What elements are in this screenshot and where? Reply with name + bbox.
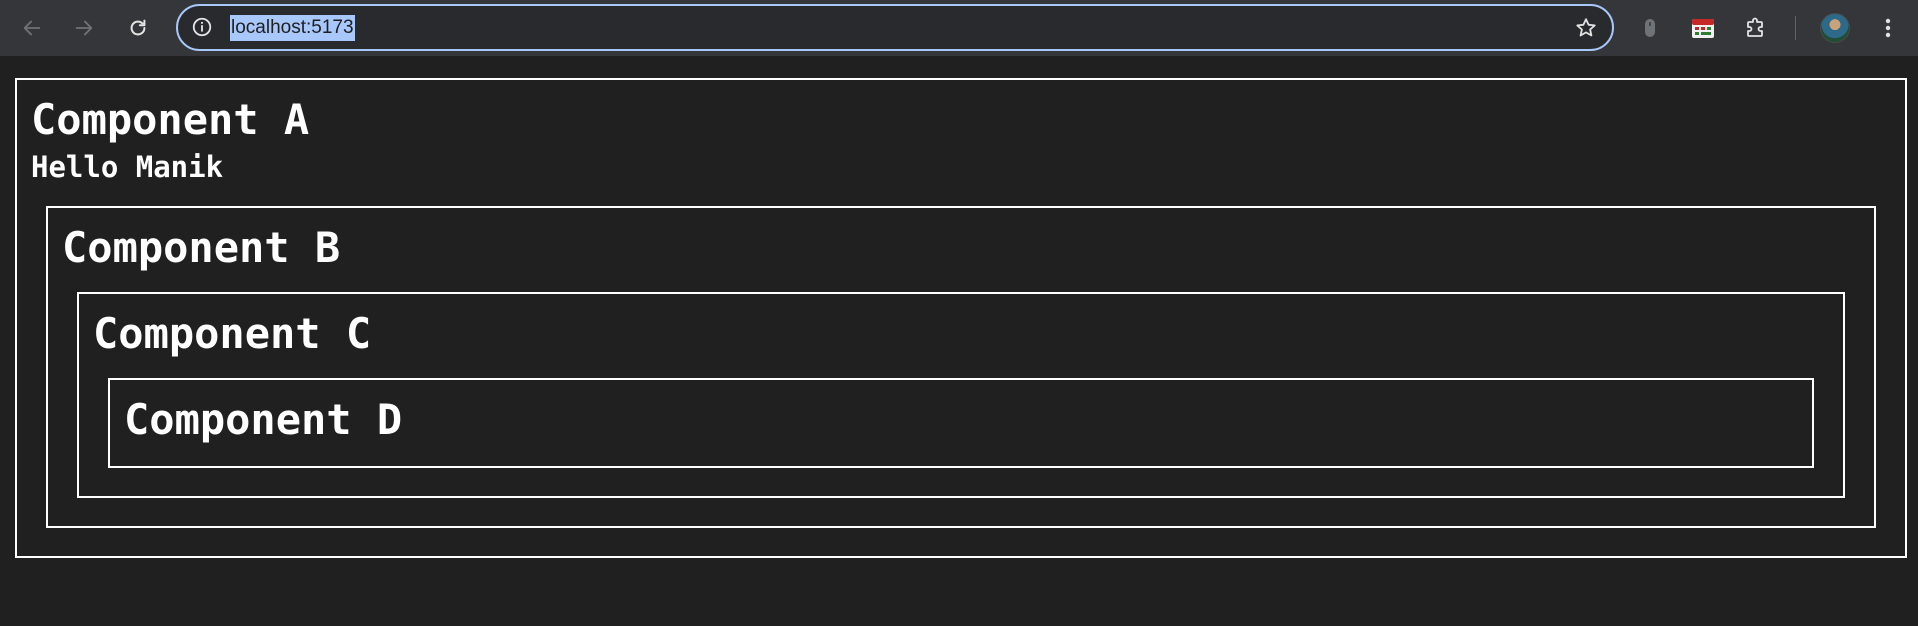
toolbar-divider [1795, 16, 1796, 40]
component-a: Component A Hello Manik Component B Comp… [15, 78, 1907, 558]
mouse-icon [1645, 19, 1655, 37]
arrow-left-icon [23, 20, 41, 36]
reload-icon [130, 19, 146, 36]
component-d-title: Component D [124, 395, 403, 444]
reload-button[interactable] [120, 10, 156, 46]
browser-toolbar: localhost:5173 [0, 0, 1918, 56]
extension-calendar-button[interactable] [1689, 14, 1717, 42]
extensions-menu-button[interactable] [1742, 14, 1770, 42]
arrow-right-icon [75, 20, 93, 36]
component-d: Component D [108, 378, 1814, 468]
component-c-title: Component C [93, 309, 372, 358]
extension-mouse-button[interactable] [1636, 14, 1664, 42]
calendar-extension-icon [1692, 19, 1714, 38]
component-b-title: Component B [62, 223, 341, 272]
puzzle-icon [1747, 17, 1763, 37]
component-a-title: Component A [31, 95, 310, 144]
info-icon[interactable] [191, 16, 213, 38]
url-text[interactable]: localhost:5173 [230, 15, 355, 41]
page-viewport: Component A Hello Manik Component B Comp… [0, 56, 1918, 626]
component-c: Component C Component D [77, 292, 1845, 498]
address-bar[interactable]: localhost:5173 [176, 4, 1614, 51]
forward-button[interactable] [66, 10, 102, 46]
greeting-text: Hello Manik [31, 150, 224, 184]
kebab-menu-icon[interactable] [1874, 14, 1902, 42]
component-b: Component B Component C Component D [46, 206, 1876, 528]
back-button[interactable] [14, 10, 50, 46]
star-icon[interactable] [1574, 16, 1598, 40]
avatar[interactable] [1820, 13, 1850, 43]
